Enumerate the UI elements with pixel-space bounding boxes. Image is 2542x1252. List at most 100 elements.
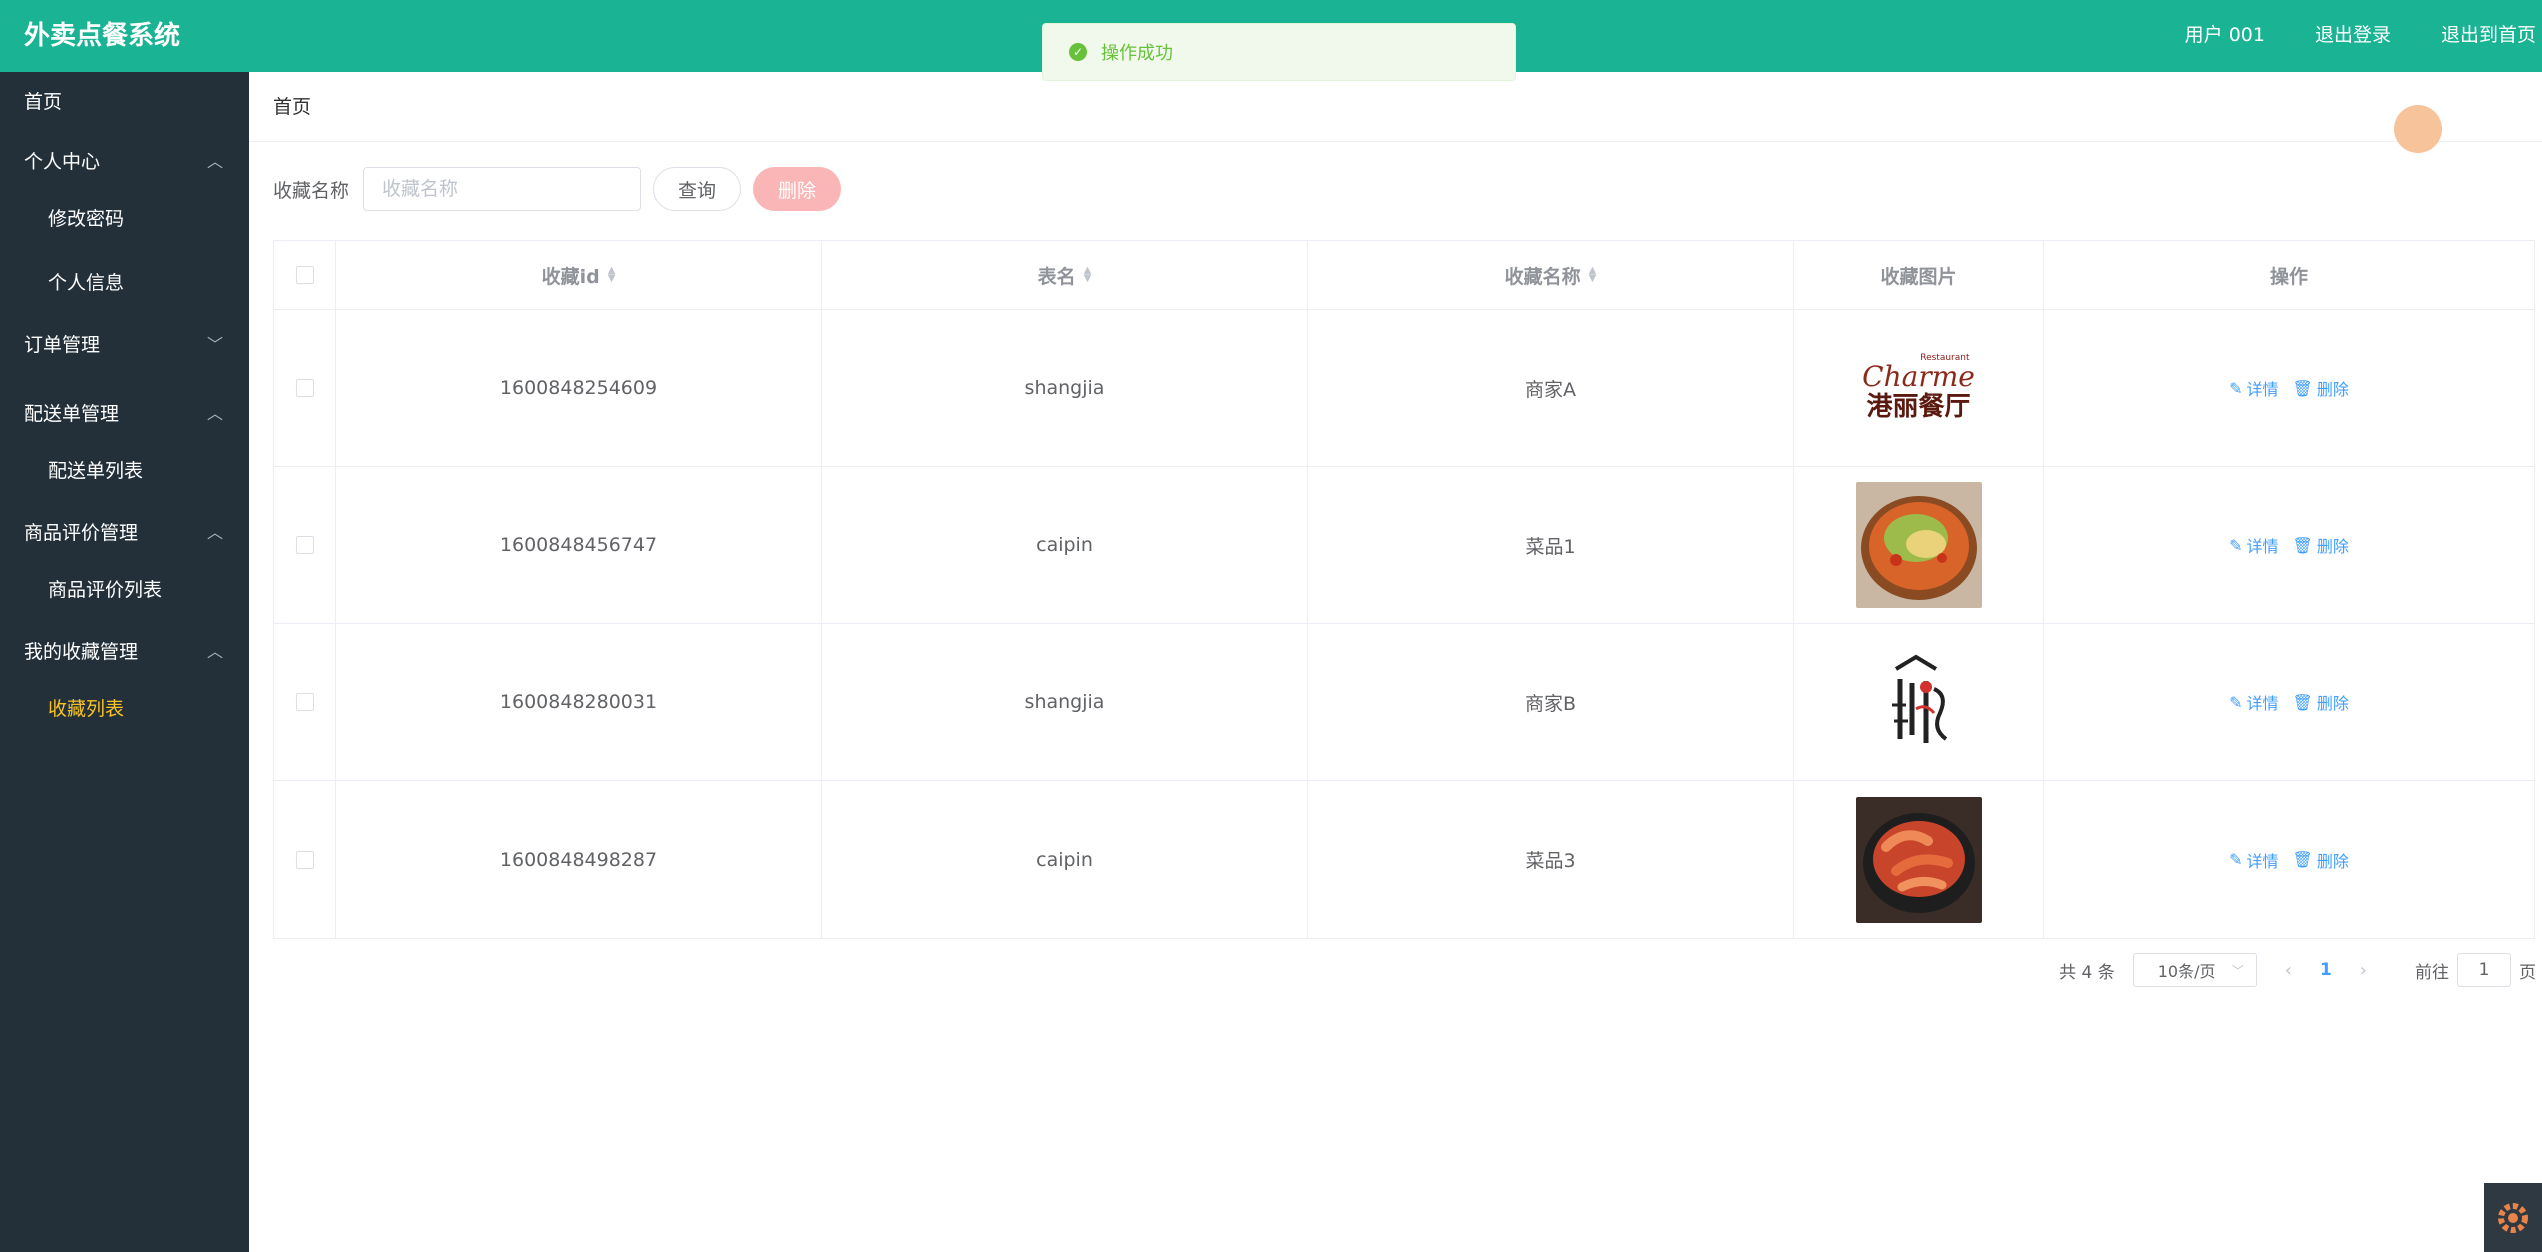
pagination: 共 4 条 10条/页 ﹀ ‹ 1 › 前往 页 [2059, 952, 2536, 988]
total-count: 共 4 条 [2059, 962, 2115, 983]
row-checkbox[interactable] [295, 850, 314, 869]
dish-image[interactable] [1855, 482, 1982, 608]
table-header-row: 收藏id ▲ ▼ 表名 ▲ ▼ 收藏名称 ▲ ▼ 收藏图片 操作 [274, 241, 2534, 310]
edit-icon: ✎ [2229, 535, 2243, 555]
current-page[interactable]: 1 [2320, 960, 2332, 980]
detail-button[interactable]: ✎ 详情 [2229, 376, 2278, 400]
restaurant-logo-image[interactable]: Restaurant Charme 港丽餐厅 [1855, 325, 1982, 451]
sidebar-group-order-management[interactable]: 订单管理 ﹀ [0, 315, 249, 384]
edit-icon: ✎ [2229, 378, 2243, 398]
chevron-down-icon: ﹀ [2231, 963, 2244, 978]
delete-button[interactable]: 🗑 删除 [2293, 533, 2349, 557]
delete-label: 删除 [2316, 851, 2349, 871]
next-page-button[interactable]: › [2360, 960, 2367, 981]
sidebar-group-favorites-management[interactable]: 我的收藏管理 ︿ [0, 622, 249, 691]
favorites-table: 收藏id ▲ ▼ 表名 ▲ ▼ 收藏名称 ▲ ▼ 收藏图片 操作 1600848254609… [273, 240, 2535, 939]
detail-label: 详情 [2246, 851, 2279, 871]
chevron-up-icon: ︿ [206, 404, 223, 423]
trash-icon: 🗑 [2292, 850, 2313, 869]
cell-table-name: shangjia [822, 624, 1308, 780]
cell-favorite-name: 菜品1 [1308, 467, 1794, 623]
search-input[interactable] [363, 167, 642, 211]
cell-id: 1600848280031 [336, 624, 822, 780]
page-jumper: 前往 页 [2415, 953, 2536, 987]
sidebar-item-personal-info[interactable]: 个人信息 [0, 251, 249, 315]
column-header-image: 收藏图片 [1794, 241, 2044, 309]
gear-icon [2498, 1202, 2528, 1233]
column-header-label: 收藏名称 [1504, 265, 1581, 288]
page-size-select[interactable]: 10条/页 ﹀ [2132, 953, 2257, 987]
logo-script-text: Charme [1862, 360, 1975, 393]
row-checkbox[interactable] [295, 536, 314, 554]
goto-page-input[interactable] [2457, 953, 2511, 987]
detail-button[interactable]: ✎ 详情 [2229, 533, 2278, 557]
query-button[interactable]: 查询 [653, 167, 742, 211]
row-checkbox[interactable] [295, 379, 314, 397]
cell-favorite-name: 菜品3 [1308, 781, 1794, 938]
goto-prefix: 前往 [2415, 962, 2449, 983]
batch-delete-button[interactable]: 删除 [753, 167, 842, 211]
search-toolbar: 收藏名称 查询 删除 [273, 167, 842, 211]
detail-button[interactable]: ✎ 详情 [2229, 690, 2278, 714]
trash-icon: 🗑 [2292, 535, 2313, 555]
sidebar-item-label: 个人中心 [24, 151, 101, 173]
cursor-highlight [2394, 105, 2442, 153]
sidebar-item-label: 首页 [24, 91, 63, 113]
sort-icon[interactable]: ▲ ▼ [1589, 266, 1597, 284]
cell-table-name: shangjia [822, 310, 1308, 466]
cell-id: 1600848456747 [336, 467, 822, 623]
search-label: 收藏名称 [273, 179, 350, 202]
chevron-up-icon: ︿ [206, 152, 223, 171]
detail-label: 详情 [2246, 537, 2279, 556]
column-header-table-name[interactable]: 表名 ▲ ▼ [822, 241, 1308, 309]
trash-icon: 🗑 [2292, 692, 2313, 712]
sidebar-item-label: 我的收藏管理 [24, 641, 139, 663]
page-size-value: 10条/页 [2157, 962, 2216, 981]
goto-suffix: 页 [2519, 962, 2536, 983]
cell-id: 1600848498287 [336, 781, 822, 938]
trash-icon: 🗑 [2292, 378, 2313, 398]
dish-image[interactable] [1855, 796, 1982, 923]
detail-label: 详情 [2246, 694, 2279, 713]
prev-page-button[interactable]: ‹ [2285, 960, 2292, 981]
sidebar-item-home[interactable]: 首页 [0, 72, 249, 132]
sidebar-group-personal-center[interactable]: 个人中心 ︿ [0, 132, 249, 201]
edit-icon: ✎ [2229, 692, 2243, 712]
table-row: 1600848456747 caipin 菜品1 ✎ 详情 🗑 删除 [274, 467, 2534, 624]
detail-label: 详情 [2246, 380, 2279, 399]
table-row: 1600848280031 shangjia 商家B ✎ 详情 🗑 删除 [274, 624, 2534, 781]
success-check-icon: ✓ [1069, 43, 1087, 61]
chevron-up-icon: ︿ [206, 523, 223, 542]
logo-cn-text: 港丽餐厅 [1866, 392, 1971, 422]
column-header-actions: 操作 [2269, 265, 2308, 288]
sidebar-group-review-management[interactable]: 商品评价管理 ︿ [0, 503, 249, 572]
sort-icon[interactable]: ▲ ▼ [1084, 266, 1092, 284]
detail-button[interactable]: ✎ 详情 [2229, 848, 2278, 872]
cell-favorite-name: 商家B [1308, 624, 1794, 780]
exit-to-home-link[interactable]: 退出到首页 [2441, 20, 2536, 47]
table-row: 1600848254609 shangjia 商家A Restaurant Ch… [274, 310, 2534, 467]
chevron-down-icon: ﹀ [206, 335, 223, 354]
delete-button[interactable]: 🗑 删除 [2293, 848, 2349, 872]
cell-table-name: caipin [822, 467, 1308, 623]
sidebar-item-label: 商品评价管理 [24, 522, 139, 544]
select-all-checkbox[interactable] [295, 266, 314, 284]
column-header-label: 收藏id [541, 265, 600, 288]
column-header-id[interactable]: 收藏id ▲ ▼ [336, 241, 822, 309]
restaurant-logo-image[interactable] [1855, 639, 1982, 765]
sidebar-group-delivery-management[interactable]: 配送单管理 ︿ [0, 384, 249, 453]
delete-button[interactable]: 🗑 删除 [2293, 376, 2349, 400]
column-header-label: 表名 [1037, 265, 1076, 288]
delete-label: 删除 [2316, 694, 2349, 713]
breadcrumb[interactable]: 首页 [249, 72, 2542, 142]
table-row: 1600848498287 caipin 菜品3 ✎ 详情 🗑 删除 [274, 781, 2534, 938]
sort-icon[interactable]: ▲ ▼ [608, 266, 616, 284]
delete-button[interactable]: 🗑 删除 [2293, 690, 2349, 714]
cell-id: 1600848254609 [336, 310, 822, 466]
settings-button[interactable] [2484, 1183, 2542, 1252]
column-header-favorite-name[interactable]: 收藏名称 ▲ ▼ [1308, 241, 1794, 309]
current-user[interactable]: 用户 001 [2185, 20, 2265, 47]
sidebar-item-label: 订单管理 [24, 334, 101, 356]
row-checkbox[interactable] [295, 693, 314, 711]
logout-link[interactable]: 退出登录 [2315, 20, 2391, 47]
